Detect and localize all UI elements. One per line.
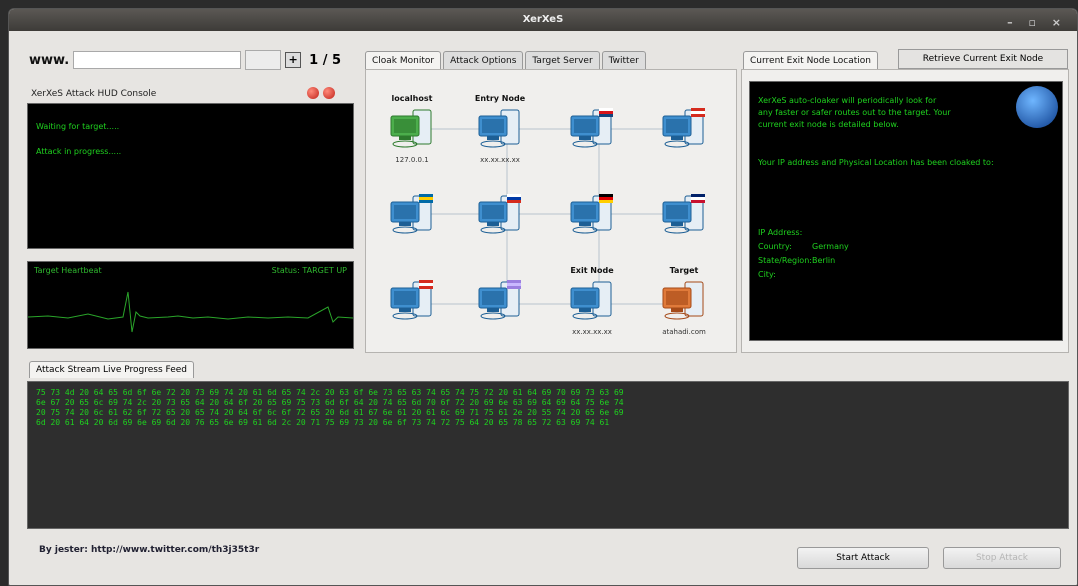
node-label: [562, 180, 622, 192]
network-node: Exit Node xx.xx.xx.xx: [562, 266, 622, 336]
tab-attack-stream-feed[interactable]: Attack Stream Live Progress Feed: [29, 361, 194, 378]
computer-node-icon: [470, 278, 530, 326]
node-address: atahadi.com: [662, 328, 706, 336]
node-address: xx.xx.xx.xx: [572, 328, 612, 336]
node-label: Entry Node: [474, 94, 526, 103]
country-value: Germany: [812, 242, 849, 251]
network-link: [424, 303, 684, 305]
hud-console-label: XerXeS Attack HUD Console: [31, 89, 157, 99]
exit-intro-line: XerXeS auto-cloaker will periodically lo…: [758, 96, 937, 105]
globe-icon: [1016, 86, 1058, 128]
node-address: 127.0.0.1: [395, 156, 429, 164]
network-node: [382, 180, 442, 242]
network-node: [470, 266, 530, 328]
go-button[interactable]: [245, 50, 282, 70]
xerxes-window: XerXeS – ▫ × www. + 1 / 5 XerXeS Attack …: [8, 8, 1078, 586]
console-line: Attack in progress.....: [36, 147, 122, 156]
tab-exit-node-location[interactable]: Current Exit Node Location: [743, 51, 878, 70]
computer-node-icon: [382, 278, 442, 326]
feed-line: 6d 20 61 64 20 6d 69 6e 69 6d 20 76 65 6…: [36, 418, 610, 427]
stop-attack-button[interactable]: Stop Attack: [943, 547, 1061, 569]
window-controls[interactable]: – ▫ ×: [1007, 12, 1067, 34]
exit-intro-line: current exit node is detailed below.: [758, 120, 899, 129]
network-node: [382, 266, 442, 328]
retrieve-exit-node-button[interactable]: Retrieve Current Exit Node: [898, 49, 1068, 69]
tab-attack-options[interactable]: Attack Options: [443, 51, 524, 70]
start-attack-button[interactable]: Start Attack: [797, 547, 929, 569]
tab-twitter[interactable]: Twitter: [601, 51, 646, 70]
feed-line: 75 73 4d 20 64 65 6d 6f 6e 72 20 73 69 7…: [36, 388, 624, 397]
target-counter: 1 / 5: [309, 52, 342, 68]
computer-node-icon: [470, 106, 530, 154]
exit-node-info: XerXeS auto-cloaker will periodically lo…: [749, 81, 1063, 341]
computer-node-icon: [382, 106, 442, 154]
feed-line: 20 75 74 20 6c 61 62 6f 72 65 20 65 74 2…: [36, 408, 624, 417]
network-node: [654, 180, 714, 242]
computer-node-icon: [562, 106, 622, 154]
state-value: Berlin: [812, 256, 836, 265]
computer-node-icon: [654, 278, 714, 326]
network-node: [654, 94, 714, 156]
node-label: Target: [669, 266, 699, 275]
node-label: [470, 266, 530, 278]
hud-console: Waiting for target..... Attack in progre…: [27, 103, 354, 249]
computer-node-icon: [382, 192, 442, 240]
heartbeat-waveform: [28, 291, 353, 333]
author-byline[interactable]: By jester: http://www.twitter.com/th3j35…: [39, 545, 259, 555]
cloak-monitor-panel: localhost 127.0.0.1 Entry Node xx.xx.xx.x…: [365, 69, 737, 353]
url-row: www. + 1 / 5: [29, 49, 341, 71]
network-node: Entry Node xx.xx.xx.xx: [470, 94, 530, 164]
node-label: [382, 266, 442, 278]
node-label: Exit Node: [570, 266, 614, 275]
computer-node-icon: [562, 278, 622, 326]
node-label: [562, 94, 622, 106]
city-label: City:: [758, 270, 776, 279]
network-link: [424, 213, 684, 215]
exit-intro-line: any faster or safer routes out to the ta…: [758, 108, 951, 117]
center-tabs: Cloak Monitor Attack Options Target Serv…: [365, 51, 648, 70]
computer-node-icon: [470, 192, 530, 240]
node-label: [654, 180, 714, 192]
feed-lines: 75 73 4d 20 64 65 6d 6f 6e 72 20 73 69 7…: [28, 382, 1068, 434]
url-prefix: www.: [29, 52, 70, 68]
network-node: [562, 180, 622, 242]
network-link: [424, 128, 684, 130]
network-node: [562, 94, 622, 156]
url-input[interactable]: [73, 51, 242, 69]
add-target-button[interactable]: +: [285, 52, 302, 68]
tab-target-server[interactable]: Target Server: [525, 51, 600, 70]
network-node: Target atahadi.com: [654, 266, 714, 336]
network-node: [470, 180, 530, 242]
tab-cloak-monitor[interactable]: Cloak Monitor: [365, 51, 442, 70]
red-indicator-icon[interactable]: [323, 87, 335, 99]
target-heartbeat-panel: Target Heartbeat Status: TARGET UP: [27, 261, 354, 349]
country-label: Country:: [758, 242, 792, 251]
attack-stream-feed: 75 73 4d 20 64 65 6d 6f 6e 72 20 73 69 7…: [27, 381, 1069, 529]
node-label: [382, 180, 442, 192]
computer-node-icon: [654, 106, 714, 154]
console-line: Waiting for target.....: [36, 122, 120, 131]
node-label: [654, 94, 714, 106]
computer-node-icon: [562, 192, 622, 240]
node-label: localhost: [391, 94, 433, 103]
network-node: localhost 127.0.0.1: [382, 94, 442, 164]
title-bar: XerXeS – ▫ ×: [9, 9, 1077, 31]
window-title: XerXeS: [522, 14, 564, 25]
node-address: xx.xx.xx.xx: [480, 156, 520, 164]
cloaked-line: Your IP address and Physical Location ha…: [758, 158, 994, 167]
state-label: State/Region:: [758, 256, 812, 265]
ip-address-label: IP Address:: [758, 228, 803, 237]
computer-node-icon: [654, 192, 714, 240]
node-label: [470, 180, 530, 192]
red-indicator-icon[interactable]: [307, 87, 319, 99]
feed-line: 6e 67 20 65 6c 69 74 2c 20 73 65 64 20 6…: [36, 398, 624, 407]
